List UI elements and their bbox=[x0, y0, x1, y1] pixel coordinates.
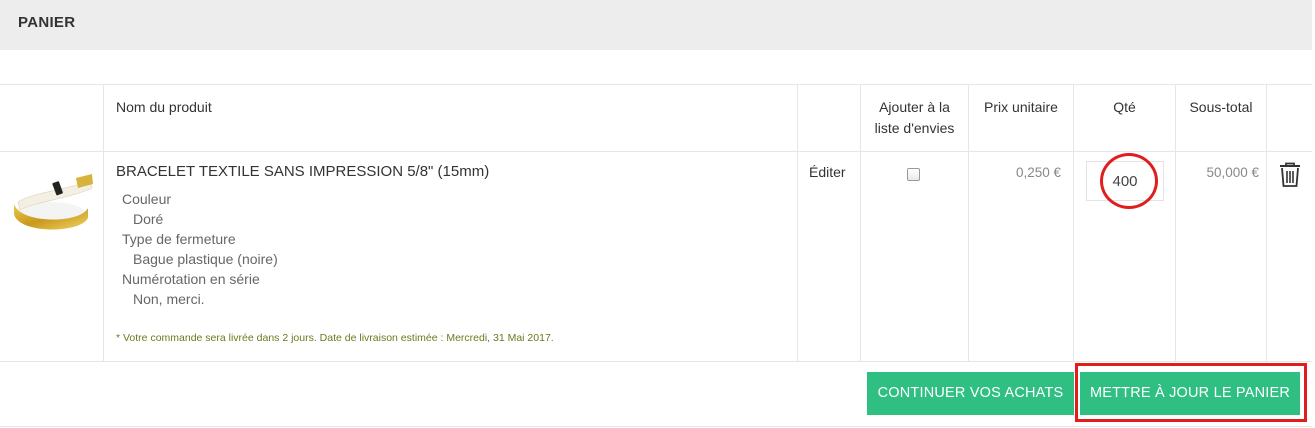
continue-shopping-button[interactable]: CONTINUER VOS ACHATS bbox=[867, 372, 1074, 415]
cart-header: PANIER bbox=[0, 0, 1312, 50]
table-header-divider bbox=[0, 151, 1312, 152]
column-divider bbox=[1073, 84, 1074, 362]
gold-textile-bracelet-image bbox=[14, 174, 93, 230]
option-value-color: Doré bbox=[133, 211, 164, 227]
option-value-numbering: Non, merci. bbox=[133, 291, 205, 307]
quantity-input[interactable] bbox=[1086, 161, 1164, 201]
column-header-product: Nom du produit bbox=[116, 99, 212, 115]
delivery-note: * Votre commande sera livrée dans 2 jour… bbox=[116, 332, 554, 344]
edit-link[interactable]: Éditer bbox=[809, 164, 846, 180]
product-name: BRACELET TEXTILE SANS IMPRESSION 5/8" (1… bbox=[116, 163, 490, 180]
table-top-border bbox=[0, 84, 1312, 85]
column-divider bbox=[968, 84, 969, 362]
column-divider bbox=[797, 84, 798, 362]
column-divider bbox=[1266, 84, 1267, 362]
table-bottom-border bbox=[0, 361, 1312, 362]
option-value-closure: Bague plastique (noire) bbox=[133, 251, 278, 267]
wishlist-checkbox[interactable] bbox=[907, 168, 920, 181]
column-header-wishlist: Ajouter à la liste d'envies bbox=[861, 97, 968, 139]
option-label-color: Couleur bbox=[122, 191, 172, 207]
column-header-wishlist-line1: Ajouter à la bbox=[879, 99, 950, 115]
option-label-closure: Type de fermeture bbox=[122, 231, 236, 247]
column-header-subtotal: Sous-total bbox=[1189, 99, 1253, 115]
unit-price: 0,250 € bbox=[1015, 165, 1061, 180]
column-header-qty: Qté bbox=[1113, 99, 1136, 115]
subtotal: 50,000 € bbox=[1206, 165, 1259, 180]
column-header-unit-price: Prix unitaire bbox=[984, 99, 1058, 115]
column-divider bbox=[1175, 84, 1176, 362]
update-cart-button[interactable]: METTRE À JOUR LE PANIER bbox=[1080, 372, 1300, 415]
actions-bottom-border bbox=[0, 426, 1312, 427]
option-label-numbering: Numérotation en série bbox=[122, 271, 260, 287]
column-divider bbox=[103, 84, 104, 362]
column-header-wishlist-line2: liste d'envies bbox=[874, 120, 955, 136]
page-title: PANIER bbox=[18, 14, 76, 31]
trash-icon[interactable] bbox=[1279, 162, 1301, 188]
